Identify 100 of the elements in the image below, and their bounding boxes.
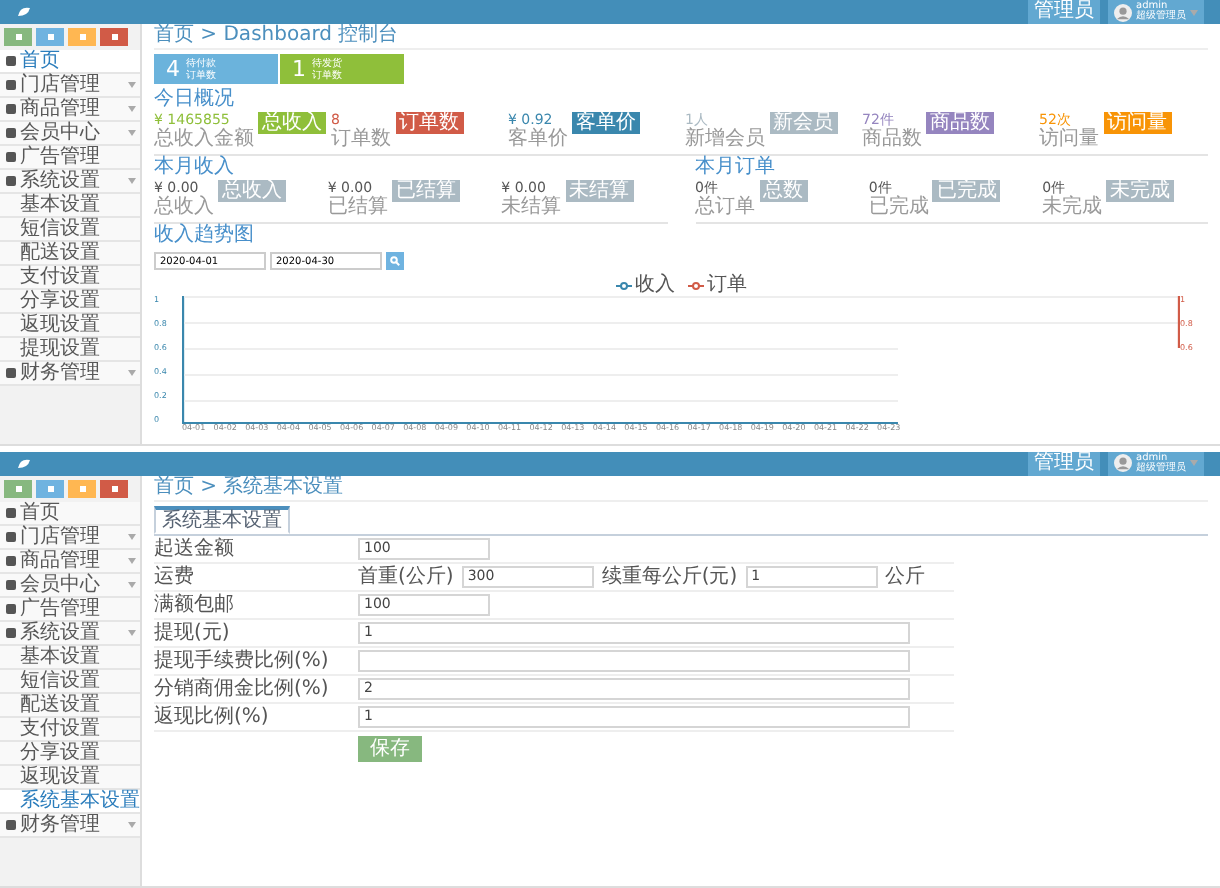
sidebar-item[interactable]: 系统设置 <box>0 621 140 645</box>
caret-icon <box>128 533 136 539</box>
search-button[interactable] <box>386 252 404 270</box>
search-icon <box>390 256 400 266</box>
menu-item-icon <box>6 176 16 186</box>
submenu-item[interactable]: 短信设置 <box>0 669 140 693</box>
shortcut-button[interactable] <box>36 479 64 497</box>
input-field[interactable] <box>358 649 910 671</box>
stat-tag: 新会员 <box>769 112 837 134</box>
caret-icon <box>128 370 136 376</box>
shortcut-icon <box>109 32 119 42</box>
leaf-icon <box>16 6 32 18</box>
menu-item-icon <box>6 579 16 589</box>
shortcut-icon <box>13 32 23 42</box>
stat-caption: 未完成 <box>1042 198 1103 218</box>
sidebar-item[interactable]: 系统设置 <box>0 170 140 194</box>
caret-icon <box>128 821 136 827</box>
stat-tag: 未完成 <box>1106 180 1175 202</box>
sidebar-item[interactable]: 商品管理 <box>0 549 140 573</box>
stat-tag: 商品数 <box>926 112 994 134</box>
shortcut-button[interactable] <box>100 479 128 497</box>
stat-tag: 总数 <box>759 180 807 202</box>
sidebar-item[interactable]: 商品管理 <box>0 98 140 122</box>
caret-icon <box>128 106 136 112</box>
shortcut-button[interactable] <box>4 479 32 497</box>
submenu-item[interactable]: 支付设置 <box>0 266 140 290</box>
sidebar-item[interactable]: 广告管理 <box>0 146 140 170</box>
submenu-item[interactable]: 支付设置 <box>0 717 140 741</box>
submenu-item[interactable]: 分享设置 <box>0 741 140 765</box>
sidebar-item[interactable]: 首页 <box>0 50 140 74</box>
submenu-item[interactable]: 短信设置 <box>0 218 140 242</box>
caret-icon <box>1190 9 1198 15</box>
stat-caption: 总收入 <box>154 198 214 218</box>
submenu-item[interactable]: 分享设置 <box>0 290 140 314</box>
stat-caption: 订单数 <box>331 130 391 150</box>
sidebar-item[interactable]: 门店管理 <box>0 525 140 549</box>
section-title: 本月收入 <box>154 156 236 180</box>
submenu-item[interactable]: 返现设置 <box>0 765 140 789</box>
menu-item-icon <box>6 56 16 66</box>
stat-caption: 商品数 <box>862 130 922 150</box>
sidebar-item[interactable]: 会员中心 <box>0 573 140 597</box>
submenu-item[interactable]: 基本设置 <box>0 194 140 218</box>
caret-icon <box>128 629 136 635</box>
tile-count: 1 <box>292 56 306 82</box>
field-label: 满额包邮 <box>154 593 236 615</box>
caret-icon <box>128 82 136 88</box>
stat-caption: 客单价 <box>508 130 568 150</box>
shortcut-button[interactable] <box>36 28 64 46</box>
menu-item-icon <box>6 627 16 637</box>
sidebar-item[interactable]: 首页 <box>0 501 140 525</box>
submenu-item[interactable]: 返现设置 <box>0 314 140 338</box>
shortcut-button[interactable] <box>4 28 32 46</box>
shortcut-button[interactable] <box>100 28 128 46</box>
settings-tab[interactable]: 系统基本设置 <box>154 505 290 533</box>
section-title: 收入趋势图 <box>154 224 256 248</box>
stat-tag: 未结算 <box>565 180 634 202</box>
avatar-icon <box>1114 3 1132 21</box>
shortcut-icon <box>45 32 55 42</box>
menu-item-icon <box>6 368 16 378</box>
shortcut-icon <box>45 483 55 493</box>
sidebar-item[interactable]: 门店管理 <box>0 74 140 98</box>
legend-label: 收入 <box>635 274 675 296</box>
menu-item-icon <box>6 507 16 517</box>
field-label: 首重(公斤) <box>358 565 454 587</box>
menu-item-icon <box>6 819 16 829</box>
menu-item-icon <box>6 128 16 138</box>
shortcut-icon <box>109 483 119 493</box>
menu-item-icon <box>6 555 16 565</box>
caret-icon <box>128 130 136 136</box>
shortcut-icon <box>77 32 87 42</box>
stat-tag: 已结算 <box>391 180 460 202</box>
shortcut-button[interactable] <box>68 479 96 497</box>
legend-label: 订单 <box>707 274 747 296</box>
sidebar-item[interactable]: 会员中心 <box>0 122 140 146</box>
sidebar-item[interactable]: 财务管理 <box>0 362 140 386</box>
caret-icon <box>128 581 136 587</box>
field-label: 分销商佣金比例(%) <box>154 677 331 699</box>
submenu-item[interactable]: 基本设置 <box>0 645 140 669</box>
field-label: 续重每公斤(元) <box>601 565 738 587</box>
stat-caption: 已完成 <box>868 198 929 218</box>
sidebar-item[interactable]: 广告管理 <box>0 597 140 621</box>
stat-tag: 总收入 <box>258 112 326 134</box>
shortcut-button[interactable] <box>68 28 96 46</box>
shortcut-icon <box>13 483 23 493</box>
submenu-item[interactable]: 提现设置 <box>0 338 140 362</box>
section-title: 今日概况 <box>154 88 236 112</box>
submenu-item[interactable]: 配送设置 <box>0 242 140 266</box>
caret-icon <box>128 557 136 563</box>
submenu-item[interactable]: 系统基本设置 <box>0 789 140 813</box>
sidebar-item[interactable]: 财务管理 <box>0 813 140 837</box>
stat-tag: 访问量 <box>1103 112 1171 134</box>
menu-item-icon <box>6 80 16 90</box>
stat-tag: 总收入 <box>218 180 286 202</box>
shortcut-icon <box>77 483 87 493</box>
stat-caption: 新增会员 <box>685 130 765 150</box>
stat-tag: 客单价 <box>572 112 640 134</box>
leaf-icon <box>16 457 32 469</box>
caret-icon <box>1190 460 1198 466</box>
menu-item-icon <box>6 152 16 162</box>
submenu-item[interactable]: 配送设置 <box>0 693 140 717</box>
